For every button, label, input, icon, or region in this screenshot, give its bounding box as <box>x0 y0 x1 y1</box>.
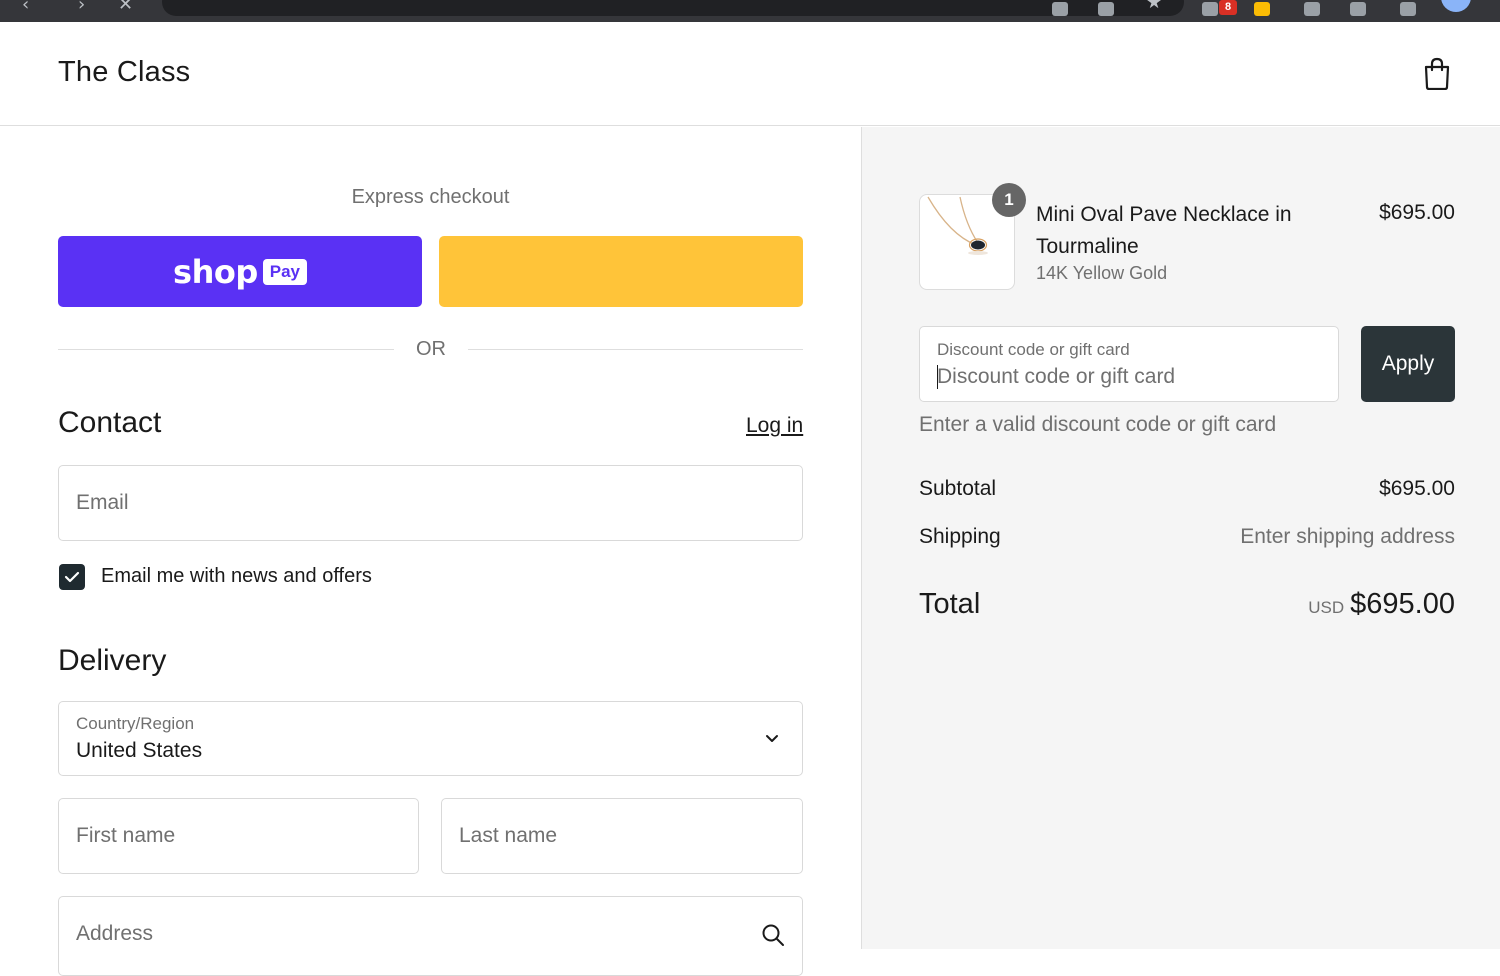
product-price: $695.00 <box>1379 201 1455 224</box>
country-region-label: Country/Region <box>76 714 195 733</box>
extension-icon[interactable] <box>1254 2 1270 16</box>
search-icon[interactable] <box>761 923 785 947</box>
shop-name[interactable]: The Class <box>58 56 190 89</box>
discount-error-message: Enter a valid discount code or gift card <box>919 413 1277 436</box>
address-bar[interactable] <box>162 0 1184 16</box>
forward-icon[interactable]: › <box>78 0 85 15</box>
sidepanel-icon[interactable] <box>1400 2 1416 16</box>
checkmark-icon <box>64 571 80 583</box>
divider-line <box>58 349 394 350</box>
shipping-label: Shipping <box>919 525 1001 548</box>
share-icon[interactable] <box>1098 2 1114 16</box>
country-region-value: United States <box>76 739 203 762</box>
extension-icon[interactable] <box>1304 2 1320 16</box>
product-name: Mini Oval Pave Necklace in Tourmaline <box>1036 203 1292 258</box>
express-checkout-label: Express checkout <box>351 186 510 208</box>
divider-line <box>468 349 803 350</box>
address-placeholder: Address <box>76 922 154 945</box>
contact-heading: Contact <box>58 406 162 439</box>
translate-icon[interactable] <box>1052 2 1068 16</box>
first-name-placeholder: First name <box>76 824 176 847</box>
paypal-button[interactable] <box>439 236 803 307</box>
discount-code-field[interactable]: Discount code or gift card Discount code… <box>919 326 1339 402</box>
shop-pay-pill: Pay <box>262 258 307 285</box>
profile-avatar[interactable] <box>1441 0 1471 12</box>
subtotal-value: $695.00 <box>1379 477 1455 500</box>
shop-pay-button[interactable]: shop Pay <box>58 236 422 307</box>
last-name-field[interactable]: Last name <box>441 798 803 874</box>
address-field[interactable]: Address <box>58 896 803 976</box>
chevron-down-icon <box>766 735 778 742</box>
reload-icon[interactable]: ✕ <box>118 0 133 15</box>
email-placeholder: Email <box>76 491 129 514</box>
total-label: Total <box>919 588 981 620</box>
extensions-puzzle-icon[interactable] <box>1350 2 1366 16</box>
discount-code-label: Discount code or gift card <box>937 340 1130 359</box>
newsletter-checkbox[interactable] <box>59 564 85 590</box>
back-icon[interactable]: ‹ <box>22 0 29 15</box>
extension-badge: 8 <box>1219 0 1237 15</box>
newsletter-label[interactable]: Email me with news and offers <box>101 565 372 588</box>
text-caret <box>937 365 938 389</box>
extension-icon[interactable] <box>1202 2 1218 16</box>
bookmark-star-icon[interactable]: ★ <box>1146 0 1162 13</box>
or-divider: OR <box>58 338 803 362</box>
apply-discount-button[interactable]: Apply <box>1361 326 1455 402</box>
subtotal-label: Subtotal <box>919 477 997 500</box>
currency-code: USD <box>1308 598 1345 617</box>
browser-toolbar: ‹ › ✕ ★ 8 <box>0 0 1500 22</box>
quantity-badge: 1 <box>992 183 1026 217</box>
country-region-select[interactable]: Country/Region United States <box>58 701 803 776</box>
total-value: $695.00 <box>1350 588 1455 620</box>
total-amount: USD $695.00 <box>1180 588 1455 621</box>
delivery-heading: Delivery <box>58 644 167 677</box>
shipping-value: Enter shipping address <box>1240 525 1455 548</box>
shop-pay-logo: shop <box>173 252 258 291</box>
checkout-header: The Class <box>0 22 1500 126</box>
log-in-link[interactable]: Log in <box>746 414 803 438</box>
shopping-bag-icon[interactable] <box>1422 56 1452 90</box>
first-name-field[interactable]: First name <box>58 798 419 874</box>
product-variant: 14K Yellow Gold <box>1036 263 1168 283</box>
or-label: OR <box>416 338 446 360</box>
email-field[interactable]: Email <box>58 465 803 541</box>
discount-code-placeholder: Discount code or gift card <box>937 365 1176 388</box>
last-name-placeholder: Last name <box>459 824 558 847</box>
